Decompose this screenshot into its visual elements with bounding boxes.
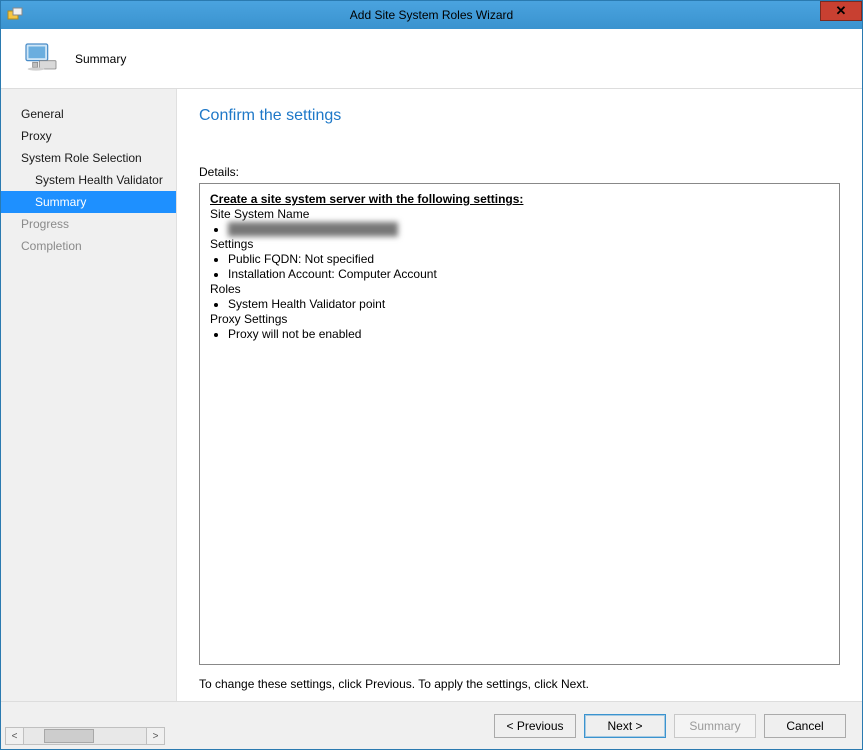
app-icon [7, 7, 23, 23]
group-site-system-name: Site System Name [210, 207, 829, 222]
scroll-left-icon[interactable]: < [6, 728, 24, 744]
horizontal-scrollbar[interactable]: < > [5, 727, 165, 745]
nav-general[interactable]: General [1, 103, 176, 125]
role-item: System Health Validator point [228, 297, 829, 312]
cancel-button[interactable]: Cancel [764, 714, 846, 738]
proxy-item: Proxy will not be enabled [228, 327, 829, 342]
hint-text: To change these settings, click Previous… [199, 677, 840, 691]
setting-install-account: Installation Account: Computer Account [228, 267, 829, 282]
scroll-right-icon[interactable]: > [146, 728, 164, 744]
site-system-name-value: ████████████████████ [228, 222, 829, 237]
group-proxy: Proxy Settings [210, 312, 829, 327]
nav-summary[interactable]: Summary [1, 191, 176, 213]
group-settings: Settings [210, 237, 829, 252]
close-icon: ✕ [836, 3, 847, 19]
page-title: Summary [75, 52, 126, 66]
main-heading: Confirm the settings [199, 107, 840, 125]
close-button[interactable]: ✕ [820, 1, 862, 21]
details-box[interactable]: Create a site system server with the fol… [199, 183, 840, 665]
wizard-header: Summary [1, 29, 862, 89]
nav-system-health-validator[interactable]: System Health Validator [1, 169, 176, 191]
nav-progress: Progress [1, 213, 176, 235]
summary-button: Summary [674, 714, 756, 738]
scroll-thumb[interactable] [44, 729, 94, 743]
window-title: Add Site System Roles Wizard [350, 8, 513, 22]
footer: < > < Previous Next > Summary Cancel [1, 701, 862, 749]
main-panel: Confirm the settings Details: Create a s… [177, 89, 862, 701]
group-roles: Roles [210, 282, 829, 297]
computer-icon [21, 39, 61, 79]
nav-system-role-selection[interactable]: System Role Selection [1, 147, 176, 169]
scroll-track[interactable] [24, 728, 146, 744]
wizard-window: Add Site System Roles Wizard ✕ Summary G… [0, 0, 863, 750]
nav-completion: Completion [1, 235, 176, 257]
titlebar: Add Site System Roles Wizard ✕ [1, 1, 862, 29]
details-section-title: Create a site system server with the fol… [210, 192, 829, 207]
next-button[interactable]: Next > [584, 714, 666, 738]
nav-sidebar: General Proxy System Role Selection Syst… [1, 89, 177, 701]
previous-button[interactable]: < Previous [494, 714, 576, 738]
details-label: Details: [199, 165, 840, 179]
setting-fqdn: Public FQDN: Not specified [228, 252, 829, 267]
nav-proxy[interactable]: Proxy [1, 125, 176, 147]
wizard-body: General Proxy System Role Selection Syst… [1, 89, 862, 701]
